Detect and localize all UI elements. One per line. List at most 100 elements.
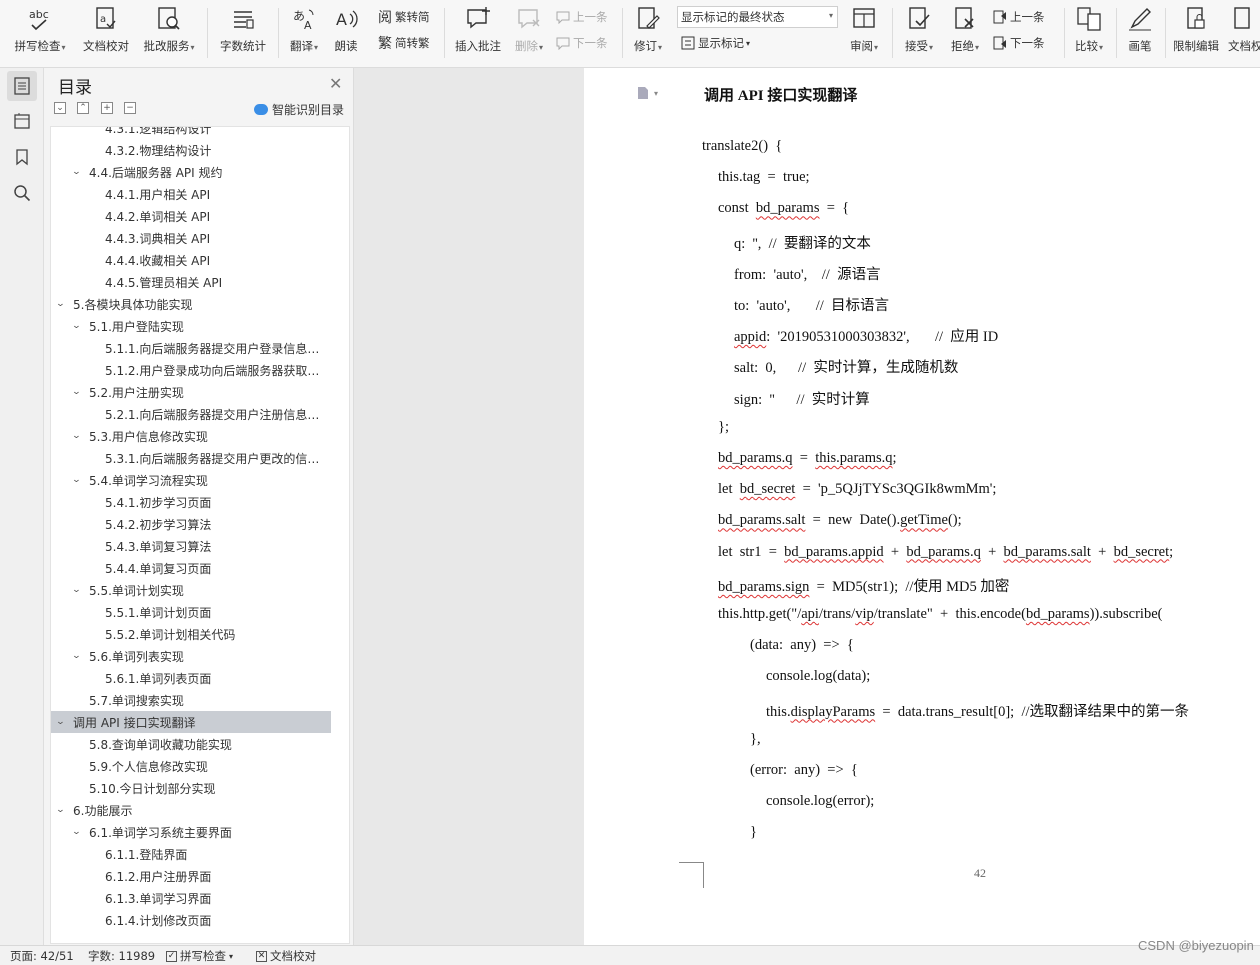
toc-item[interactable]: ⌄ 6.功能展示 (51, 799, 331, 821)
toc-item[interactable]: 5.8.查询单词收藏功能实现 (51, 733, 331, 755)
toc-item[interactable]: ⌄ 6.1.单词学习系统主要界面 (51, 821, 331, 843)
batch-service-button[interactable]: 批改服务▾ (140, 4, 198, 62)
toc-item[interactable]: 5.1.1.向后端服务器提交用户登录信息… (51, 337, 331, 359)
toc-item[interactable]: ⌄ 5.各模块具体功能实现 (51, 293, 331, 315)
toc-item[interactable]: 5.1.2.用户登录成功向后端服务器获取… (51, 359, 331, 381)
toc-item[interactable]: 5.4.4.单词复习页面 (51, 557, 331, 579)
chevron-down-icon[interactable]: ⌄ (72, 167, 85, 177)
chevron-down-icon[interactable]: ⌄ (72, 321, 85, 331)
toc-item[interactable]: 6.1.4.计划修改页面 (51, 909, 331, 931)
chevron-down-icon[interactable]: ⌄ (72, 585, 85, 595)
reject-button[interactable]: 拒绝▾ (946, 4, 984, 62)
code-line: const bd_params = { (718, 200, 849, 217)
document-page[interactable]: ▾ 调用 API 接口实现翻译 translate2() {this.tag =… (584, 68, 1260, 945)
toc-item[interactable]: 6.1.1.登陆界面 (51, 843, 331, 865)
toc-item[interactable]: 6.1.3.单词学习界面 (51, 887, 331, 909)
bookmark-toggle[interactable] (7, 142, 37, 172)
status-spell-check[interactable]: ✓ 拼写检查 ▾ (166, 948, 233, 964)
expand-up-icon[interactable]: ⌃ (77, 102, 89, 114)
code-text: q: '', // 要翻译的文本 (734, 235, 871, 252)
chevron-down-icon[interactable]: ⌄ (72, 827, 85, 837)
toc-item[interactable]: ⌄ 4.4.后端服务器 API 规约 (51, 161, 331, 183)
toc-item[interactable]: ⌄ 5.2.用户注册实现 (51, 381, 331, 403)
chapter-nav-toggle[interactable] (7, 106, 37, 136)
status-doc-proofread[interactable]: ✕ 文档校对 (256, 948, 316, 964)
toc-item[interactable]: 4.4.2.单词相关 API (51, 205, 331, 227)
chevron-down-icon[interactable]: ⌄ (56, 805, 69, 815)
show-markup-button[interactable]: 显示标记 ▾ (681, 32, 750, 54)
toc-item[interactable]: 5.9.个人信息修改实现 (51, 755, 331, 777)
toc-item[interactable]: 5.5.1.单词计划页面 (51, 601, 331, 623)
toc-item[interactable]: ⌄ 5.5.单词计划实现 (51, 579, 331, 601)
toc-item[interactable]: 4.3.2.物理结构设计 (51, 139, 331, 161)
chevron-down-icon[interactable]: ⌄ (72, 431, 85, 441)
spell-flagged-word: bd_secret (739, 481, 796, 498)
add-heading-icon[interactable]: + (101, 102, 113, 114)
smart-toc-button[interactable]: 智能识别目录 (254, 101, 344, 118)
toc-item[interactable]: ⌄ 5.6.单词列表实现 (51, 645, 331, 667)
collapse-all-icon[interactable]: ⌄ (54, 102, 66, 114)
toc-item-label: 6.1.2.用户注册界面 (105, 869, 212, 884)
restrict-edit-button[interactable]: 限制编辑 (1170, 4, 1222, 62)
toc-item[interactable]: 4.4.4.收藏相关 API (51, 249, 331, 271)
word-count-indicator[interactable]: 字数: 11989 (88, 948, 155, 964)
code-text: let (718, 481, 740, 498)
chevron-down-icon[interactable]: ⌄ (72, 475, 85, 485)
pen-button[interactable]: 画笔 (1122, 4, 1158, 62)
read-aloud-button[interactable]: A 朗读 (330, 4, 362, 62)
word-count-button[interactable]: 字数统计 (217, 4, 269, 62)
markup-state-select[interactable]: 显示标记的最终状态 ▾ (677, 6, 838, 28)
toc-item-label: 4.4.5.管理员相关 API (105, 275, 223, 290)
accept-button[interactable]: 接受▾ (900, 4, 938, 62)
close-icon[interactable]: ✕ (329, 74, 342, 93)
next-change-button[interactable]: 下一条 (993, 32, 1045, 54)
code-line: (data: any) => { (750, 637, 854, 654)
search-toggle[interactable] (7, 178, 37, 208)
simp-to-trad-button[interactable]: 繁简转繁 (378, 32, 430, 54)
toc-item[interactable]: 5.3.1.向后端服务器提交用户更改的信… (51, 447, 331, 469)
doc-proofread-button[interactable]: a 文档校对 (80, 4, 132, 62)
toc-item[interactable]: 5.2.1.向后端服务器提交用户注册信息… (51, 403, 331, 425)
toc-item[interactable]: 4.4.1.用户相关 API (51, 183, 331, 205)
toc-item[interactable]: 4.3.1.逻辑结构设计 (51, 127, 331, 139)
next-comment-button[interactable]: 下一条 (556, 32, 608, 54)
review-button[interactable]: 审阅▾ (846, 4, 882, 62)
prev-comment-button[interactable]: 上一条 (556, 6, 608, 28)
insert-comment-button[interactable]: 插入批注 (452, 4, 504, 62)
compare-button[interactable]: 比较▾ (1070, 4, 1108, 62)
prev-change-button[interactable]: 上一条 (993, 6, 1045, 28)
toc-item[interactable]: 5.4.3.单词复习算法 (51, 535, 331, 557)
pen-icon (1125, 4, 1155, 34)
trad-to-simp-button[interactable]: 阅繁转简 (378, 6, 430, 28)
page-number: 42 (974, 866, 986, 880)
toc-item[interactable]: 6.1.2.用户注册界面 (51, 865, 331, 887)
lock-doc-icon (1181, 4, 1211, 34)
toc-item[interactable]: 5.4.1.初步学习页面 (51, 491, 331, 513)
page-indicator[interactable]: 页面: 42/51 (10, 948, 74, 964)
toc-item[interactable]: ⌄ 5.1.用户登陆实现 (51, 315, 331, 337)
toc-item[interactable]: 4.4.3.词典相关 API (51, 227, 331, 249)
toc-item[interactable]: ⌄ 5.4.单词学习流程实现 (51, 469, 331, 491)
translate-button[interactable]: あA 翻译▾ (286, 4, 322, 62)
search-icon (14, 185, 31, 202)
toc-item[interactable]: 5.6.1.单词列表页面 (51, 667, 331, 689)
chevron-down-icon[interactable]: ⌄ (56, 299, 69, 309)
spell-check-button[interactable]: abc 拼写检查▾ (10, 4, 70, 62)
toc-item[interactable]: 4.4.5.管理员相关 API (51, 271, 331, 293)
delete-comment-button[interactable]: 删除▾ (510, 4, 548, 62)
outline-toggle[interactable] (7, 71, 37, 101)
paragraph-options-icon[interactable]: ▾ (636, 86, 658, 100)
remove-heading-icon[interactable]: − (124, 102, 136, 114)
doc-permission-button[interactable]: 文档权 (1228, 4, 1260, 62)
toc-item[interactable]: 5.10.今日计划部分实现 (51, 777, 331, 799)
chevron-down-icon[interactable]: ⌄ (72, 651, 85, 661)
toc-item[interactable]: 5.4.2.初步学习算法 (51, 513, 331, 535)
toc-item[interactable]: ⌄ 5.3.用户信息修改实现 (51, 425, 331, 447)
toc-item[interactable]: ⌄ 调用 API 接口实现翻译 (51, 711, 331, 733)
chevron-down-icon[interactable]: ⌄ (72, 387, 85, 397)
chevron-down-icon[interactable]: ⌄ (56, 717, 69, 727)
toc-item-label: 5.4.单词学习流程实现 (89, 473, 208, 488)
revise-button[interactable]: 修订▾ (630, 4, 666, 62)
toc-item[interactable]: 5.7.单词搜索实现 (51, 689, 331, 711)
toc-item[interactable]: 5.5.2.单词计划相关代码 (51, 623, 331, 645)
